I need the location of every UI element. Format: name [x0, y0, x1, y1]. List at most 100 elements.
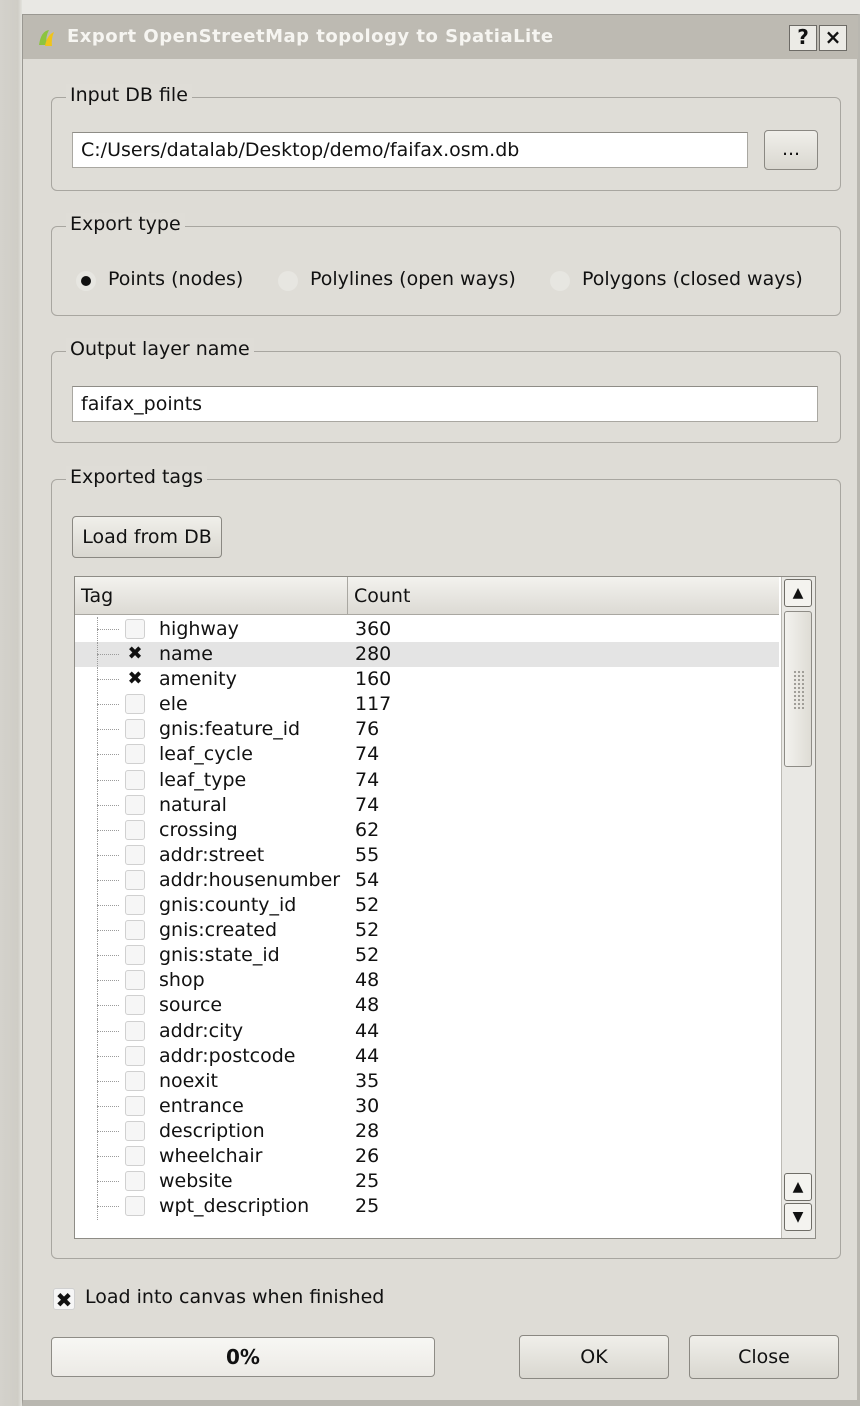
tag-name-cell: gnis:state_id — [159, 944, 280, 967]
table-row[interactable]: natural 74 — [75, 792, 779, 819]
tag-checkbox[interactable] — [125, 619, 145, 639]
table-row[interactable]: leaf_type 74 — [75, 767, 779, 794]
table-row[interactable]: description 28 — [75, 1118, 779, 1145]
tag-checkbox[interactable] — [125, 1045, 145, 1066]
column-header-count[interactable]: Count — [347, 577, 779, 615]
radio-points-indicator[interactable] — [76, 271, 96, 291]
tree-line — [97, 893, 98, 920]
input-db-path-field[interactable]: C:/Users/datalab/Desktop/demo/faifax.osm… — [72, 132, 748, 168]
tag-checkbox[interactable] — [125, 1196, 145, 1217]
tag-count-cell: 52 — [355, 919, 380, 942]
tag-checkbox[interactable] — [125, 945, 145, 966]
tag-checkbox[interactable] — [125, 719, 145, 740]
table-row[interactable]: source 48 — [75, 993, 779, 1020]
ok-button[interactable]: OK — [519, 1335, 669, 1379]
table-row[interactable]: ✖ amenity 160 — [75, 667, 779, 694]
tag-count-cell: 25 — [355, 1170, 380, 1193]
tree-branch — [97, 754, 119, 756]
tag-count-cell: 76 — [355, 718, 380, 741]
tree-line — [97, 993, 98, 1020]
tag-count-cell: 48 — [355, 969, 380, 992]
tag-checkbox[interactable] — [125, 1145, 145, 1166]
table-row[interactable]: gnis:county_id 52 — [75, 893, 779, 920]
tag-checkbox[interactable] — [125, 744, 145, 765]
table-row[interactable]: highway 360 — [75, 617, 779, 643]
scrollbar-thumb[interactable] — [784, 611, 812, 767]
table-row[interactable]: crossing 62 — [75, 817, 779, 844]
tag-checkbox[interactable] — [125, 1070, 145, 1091]
title-bar[interactable]: Export OpenStreetMap topology to SpatiaL… — [23, 15, 858, 59]
table-row[interactable]: addr:housenumber 54 — [75, 867, 779, 894]
tag-checkbox[interactable] — [125, 794, 145, 815]
tag-checkbox[interactable] — [125, 869, 145, 890]
table-row[interactable]: gnis:created 52 — [75, 918, 779, 945]
tag-checkbox[interactable] — [125, 920, 145, 941]
tag-count-cell: 44 — [355, 1044, 380, 1067]
table-row[interactable]: shop 48 — [75, 968, 779, 995]
tag-checkbox[interactable] — [125, 1095, 145, 1116]
export-type-title: Export type — [66, 213, 185, 235]
tag-checkbox[interactable] — [125, 844, 145, 865]
export-dialog: Export OpenStreetMap topology to SpatiaL… — [22, 14, 860, 1406]
table-row[interactable]: ✖ name 280 — [75, 642, 779, 669]
tag-checkbox[interactable] — [125, 694, 145, 715]
scroll-up-top-button[interactable]: ▲ — [784, 579, 812, 607]
browse-button[interactable]: ... — [764, 130, 818, 170]
tag-checkbox[interactable] — [125, 970, 145, 991]
tag-checkbox[interactable]: ✖ — [125, 669, 145, 689]
table-vertical-scrollbar[interactable]: ▲ ▲ ▼ — [781, 577, 815, 1238]
tag-name-cell: noexit — [159, 1069, 218, 1092]
table-row[interactable]: addr:street 55 — [75, 842, 779, 869]
close-button[interactable]: Close — [689, 1335, 839, 1379]
tree-branch — [97, 1155, 119, 1157]
table-row[interactable]: gnis:feature_id 76 — [75, 717, 779, 744]
tree-branch — [97, 804, 119, 806]
progress-bar: 0% — [51, 1337, 435, 1377]
arrow-down-icon[interactable]: ▼ — [784, 1203, 812, 1231]
radio-polylines-indicator[interactable] — [278, 271, 298, 291]
tag-checkbox[interactable] — [125, 1020, 145, 1041]
help-button[interactable]: ? — [789, 25, 817, 51]
table-row[interactable]: website 25 — [75, 1169, 779, 1196]
radio-polygons-indicator[interactable] — [550, 271, 570, 291]
tree-line — [97, 1143, 98, 1170]
tags-table-body: highway 360 ✖ name 280 ✖ amenity 160 ele 117 gnis:… — [75, 617, 779, 1238]
column-header-tag[interactable]: Tag — [75, 577, 345, 615]
load-into-canvas-label: Load into canvas when finished — [85, 1286, 385, 1308]
tree-branch — [97, 905, 119, 907]
table-row[interactable]: wheelchair 26 — [75, 1143, 779, 1170]
tag-checkbox[interactable] — [125, 995, 145, 1016]
tag-checkbox[interactable] — [125, 1120, 145, 1141]
tag-count-cell: 117 — [355, 693, 392, 716]
table-row[interactable]: noexit 35 — [75, 1068, 779, 1095]
exported-tags-title: Exported tags — [66, 466, 208, 488]
tag-checkbox[interactable] — [125, 1171, 145, 1192]
table-row[interactable]: addr:city 44 — [75, 1018, 779, 1045]
tag-name-cell: wheelchair — [159, 1144, 263, 1167]
tree-line — [97, 968, 98, 995]
input-db-group: Input DB file C:/Users/datalab/Desktop/d… — [51, 84, 841, 191]
tag-checkbox[interactable] — [125, 819, 145, 840]
tag-count-cell: 25 — [355, 1195, 380, 1218]
table-row[interactable]: wpt_description 25 — [75, 1194, 779, 1221]
table-row[interactable]: addr:postcode 44 — [75, 1043, 779, 1070]
table-row[interactable]: entrance 30 — [75, 1093, 779, 1120]
tag-name-cell: description — [159, 1119, 265, 1142]
table-row[interactable]: gnis:state_id 52 — [75, 943, 779, 970]
tree-branch — [97, 930, 119, 932]
tree-line — [97, 1093, 98, 1120]
table-row[interactable]: ele 117 — [75, 692, 779, 719]
load-from-db-button[interactable]: Load from DB — [72, 516, 222, 558]
load-into-canvas-checkbox[interactable]: ✖ — [53, 1288, 75, 1311]
tag-checkbox[interactable]: ✖ — [125, 644, 145, 664]
tag-checkbox[interactable] — [125, 895, 145, 916]
close-window-button[interactable]: × — [819, 25, 847, 51]
tags-table-header: Tag Count — [75, 577, 779, 615]
table-row[interactable]: leaf_cycle 74 — [75, 742, 779, 769]
arrow-up-icon[interactable]: ▲ — [784, 1173, 812, 1201]
tag-checkbox[interactable] — [125, 769, 145, 790]
tree-line — [97, 1018, 98, 1045]
tag-name-cell: source — [159, 994, 223, 1017]
output-layer-name-field[interactable]: faifax_points — [72, 386, 818, 422]
tree-line — [97, 692, 98, 719]
